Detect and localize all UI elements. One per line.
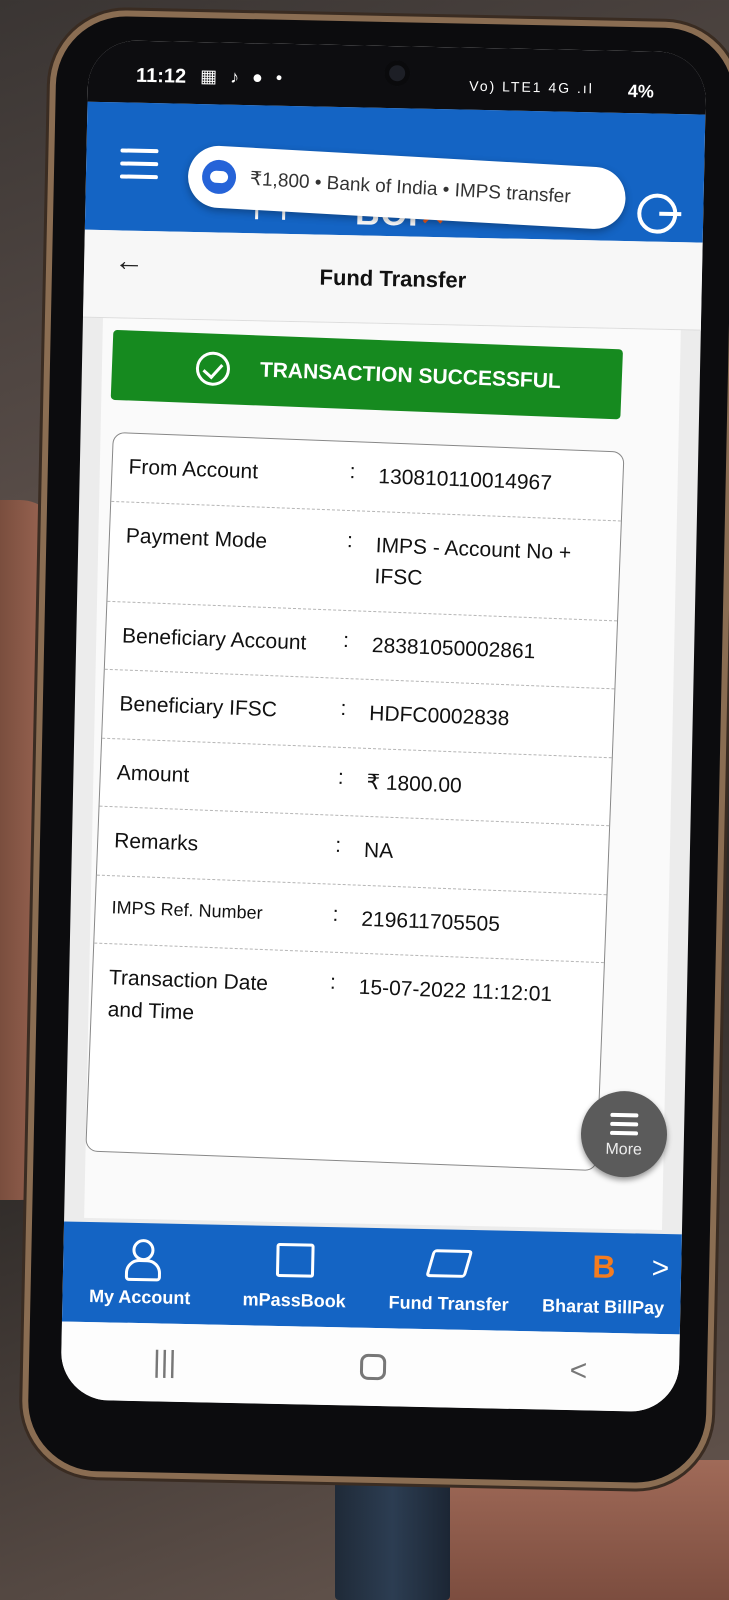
system-navigation-bar: ||| < (60, 1321, 680, 1413)
page-title: Fund Transfer (319, 264, 467, 293)
passbook-icon (275, 1242, 315, 1278)
status-time: 11:12 (135, 64, 187, 88)
detail-value: 15-07-2022 11:12:01 (358, 975, 553, 1007)
detail-label: Transaction Date and Time (107, 966, 269, 1024)
chevron-right-icon[interactable]: > (651, 1252, 669, 1286)
transaction-details-card: From Account : 130810110014967 Payment M… (85, 431, 625, 1172)
main-content: TRANSACTION SUCCESSFUL From Account : 13… (84, 318, 681, 1230)
bottom-navigation: My Account mPassBook Fund Transfer B Bha… (61, 1221, 682, 1335)
detail-separator: : (334, 833, 342, 857)
detail-label: IMPS Ref. Number (111, 896, 264, 923)
detail-separator: : (329, 970, 337, 994)
detail-separator: : (349, 460, 356, 484)
nav-label: Fund Transfer (388, 1292, 509, 1315)
nav-mpassbook[interactable]: mPassBook (216, 1225, 373, 1328)
nav-label: My Account (88, 1286, 191, 1309)
status-notification-icons: ▦ ♪ ● • (199, 66, 287, 88)
phone-body: 11:12 ▦ ♪ ● • Vo) LTE1 4G .ıl 4% BOI✕ ₹1… (26, 15, 729, 1484)
detail-separator: : (340, 696, 347, 721)
charging-cable (335, 1470, 450, 1600)
detail-label: Remarks (113, 829, 199, 856)
more-label: More (605, 1140, 643, 1159)
more-menu-icon (609, 1112, 639, 1136)
detail-label: Amount (116, 760, 190, 787)
detail-label: Beneficiary Account (121, 623, 307, 654)
detail-value: 130810110014967 (377, 465, 553, 495)
logout-icon[interactable] (636, 193, 678, 235)
detail-separator: : (346, 528, 354, 552)
signal-icon: Vo) LTE1 4G .ıl (469, 77, 595, 97)
nav-fund-transfer[interactable]: Fund Transfer (371, 1228, 528, 1331)
transaction-success-banner: TRANSACTION SUCCESSFUL (110, 329, 624, 420)
detail-value: IMPS - Account No + IFSC (374, 533, 572, 590)
system-back-button[interactable]: < (569, 1354, 587, 1388)
nav-label: Bharat BillPay (541, 1295, 665, 1319)
detail-separator: : (337, 765, 345, 789)
detail-label: Payment Mode (125, 523, 268, 553)
detail-value: ₹ 1800.00 (366, 770, 463, 798)
phone-screen: 11:12 ▦ ♪ ● • Vo) LTE1 4G .ıl 4% BOI✕ ₹1… (60, 39, 707, 1413)
message-icon (201, 158, 237, 195)
banner-text: TRANSACTION SUCCESSFUL (259, 358, 562, 394)
bbps-icon: B (592, 1248, 616, 1285)
front-camera (383, 59, 411, 87)
check-circle-icon (195, 351, 231, 387)
detail-value: 28381050002861 (371, 633, 536, 663)
detail-value: 219611705505 (360, 907, 501, 936)
user-icon (125, 1239, 156, 1276)
detail-value: HDFC0002838 (368, 701, 510, 731)
nav-my-account[interactable]: My Account (62, 1221, 219, 1324)
detail-label: Beneficiary IFSC (119, 692, 278, 722)
detail-separator: : (332, 902, 339, 926)
detail-separator: : (342, 628, 350, 652)
recents-button[interactable]: ||| (153, 1345, 177, 1379)
menu-icon[interactable] (119, 148, 159, 180)
detail-row: Payment Mode : IMPS - Account No + IFSC (107, 501, 621, 621)
title-bar: ← Fund Transfer (82, 229, 703, 331)
home-button[interactable] (359, 1353, 387, 1381)
transfer-icon (425, 1249, 474, 1278)
detail-value: NA (363, 838, 394, 863)
notification-text: ₹1,800 • Bank of India • IMPS transfer (249, 168, 572, 208)
detail-label: From Account (128, 455, 259, 484)
nav-label: mPassBook (242, 1289, 346, 1312)
detail-row: Transaction Date and Time : 15-07-2022 1… (90, 944, 603, 1063)
battery-level: 4% (627, 81, 655, 102)
